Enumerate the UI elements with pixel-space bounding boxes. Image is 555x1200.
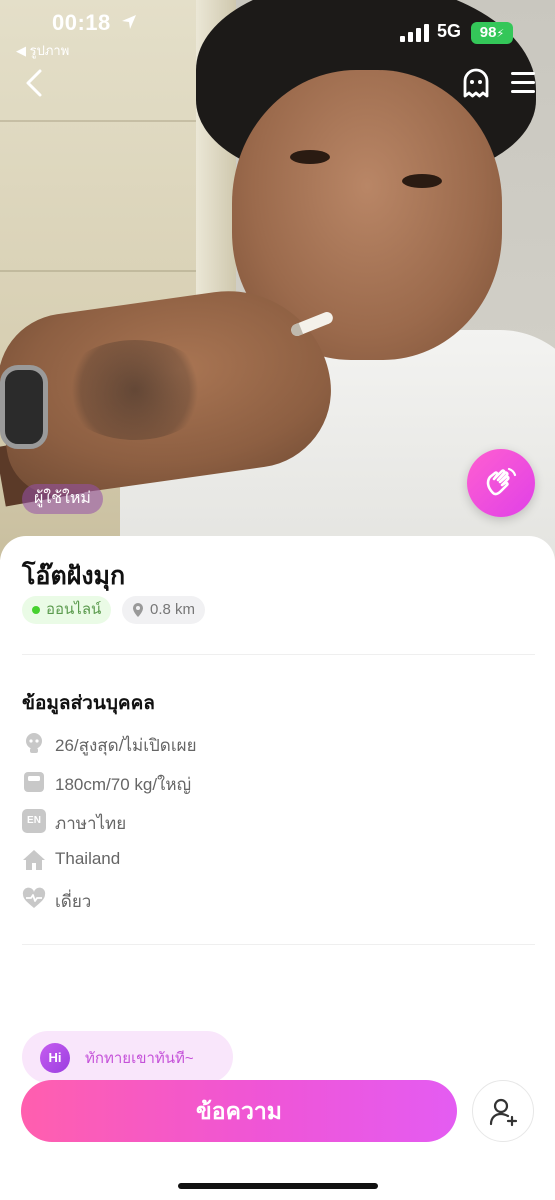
- message-button[interactable]: ข้อความ: [21, 1080, 457, 1142]
- online-label: ออนไลน์: [46, 601, 102, 618]
- status-bar: 00:18 ◀ รูปภาพ 5G 98⚡: [0, 0, 555, 60]
- new-user-badge: ผู้ใช้ใหม่: [22, 484, 103, 514]
- back-to-app-link[interactable]: ◀ รูปภาพ: [16, 40, 69, 61]
- heart-icon: [22, 887, 46, 908]
- network-type: 5G: [437, 21, 462, 41]
- distance-badge: 0.8 km: [122, 596, 206, 624]
- add-user-icon: [489, 1098, 518, 1127]
- signal-icon: [400, 24, 430, 42]
- online-status-badge: ออนไลน์: [22, 596, 112, 624]
- photo-tattoo: [60, 340, 210, 440]
- hi-icon: Hi: [40, 1043, 70, 1073]
- location-arrow-icon: [122, 15, 136, 29]
- add-friend-button[interactable]: [472, 1080, 534, 1142]
- photo-eye: [290, 150, 330, 164]
- wave-button[interactable]: [467, 449, 535, 517]
- location-pin-icon: [133, 603, 143, 617]
- photo-eye: [402, 174, 442, 188]
- battery-indicator: 98⚡: [471, 22, 513, 44]
- back-chevron-icon[interactable]: [20, 66, 52, 100]
- profile-name: โอ๊ตฝังมุก: [22, 562, 126, 590]
- divider: [22, 944, 535, 945]
- distance-label: 0.8 km: [150, 601, 196, 618]
- status-time: 00:18: [52, 10, 111, 35]
- personal-info-title: ข้อมูลส่วนบุคคล: [22, 693, 155, 714]
- scale-icon: [24, 772, 44, 792]
- info-body-text: 180cm/70 kg/ใหญ่: [55, 775, 192, 794]
- waving-hand-icon: [486, 467, 517, 496]
- info-country-text: Thailand: [55, 849, 121, 868]
- online-dot-icon: [32, 606, 40, 614]
- info-language-text: ภาษาไทย: [55, 814, 127, 833]
- menu-icon[interactable]: [509, 70, 537, 96]
- greet-hint-text: ทักทายเขาทันที~: [85, 1050, 194, 1067]
- divider: [22, 654, 535, 655]
- home-indicator[interactable]: [178, 1183, 378, 1189]
- language-icon: EN: [22, 809, 46, 833]
- ghost-icon[interactable]: [460, 68, 492, 100]
- photo-watch: [0, 365, 48, 449]
- face-icon: [26, 733, 42, 753]
- greet-hint-bubble[interactable]: Hi ทักทายเขาทันที~: [22, 1031, 233, 1083]
- info-age-text: 26/สูงสุด/ไม่เปิดเผย: [55, 736, 197, 755]
- home-icon: [23, 850, 45, 870]
- language-icon-label: EN: [27, 815, 41, 826]
- battery-level: 98: [479, 24, 497, 41]
- info-relationship-text: เดี่ยว: [55, 892, 92, 911]
